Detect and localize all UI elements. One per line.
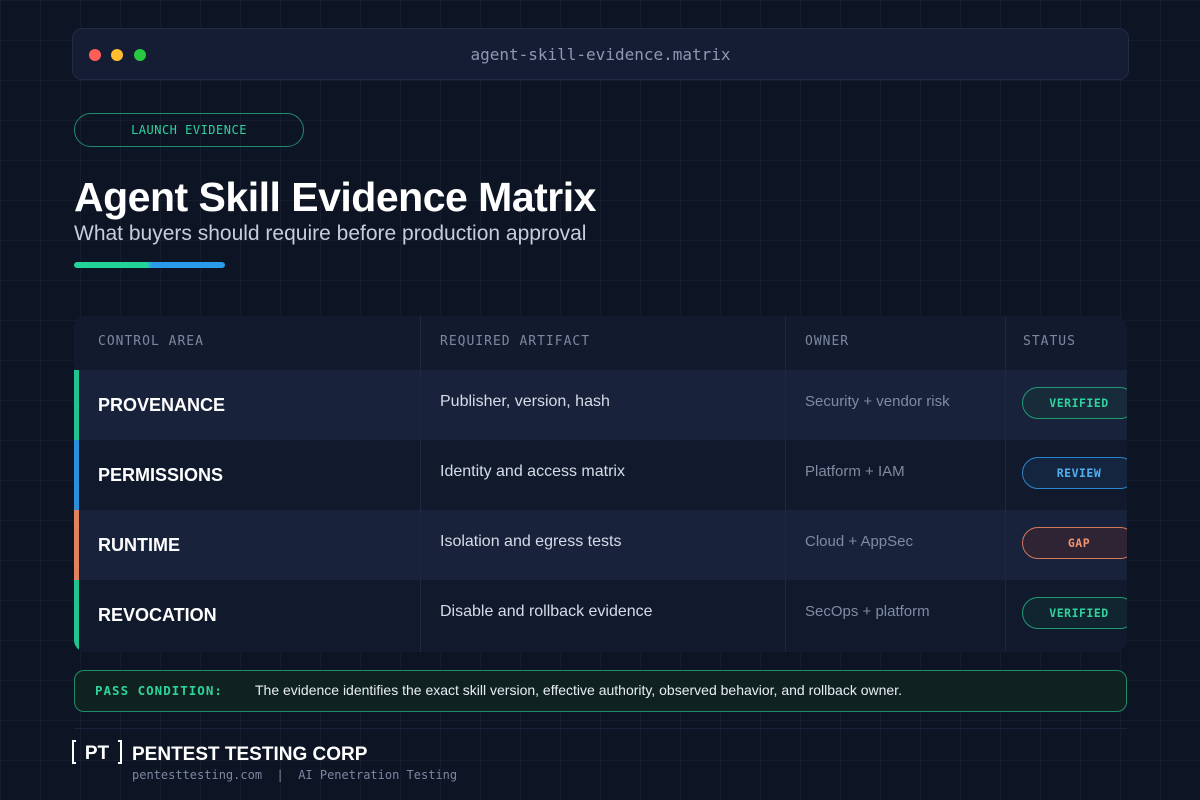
table-row: REVOCATION Disable and rollback evidence…	[74, 580, 1127, 650]
control-area-cell: PROVENANCE	[98, 395, 226, 415]
control-area-cell: REVOCATION	[98, 605, 217, 625]
control-area-cell: PERMISSIONS	[98, 465, 224, 485]
footer-divider	[74, 728, 1127, 729]
owner-cell: SecOps + platform	[805, 603, 930, 620]
table-row: PROVENANCE Publisher, version, hash Secu…	[74, 370, 1127, 440]
required-artifact-cell: Identity and access matrix	[440, 463, 625, 480]
column-header-status: STATUS	[1023, 334, 1076, 349]
title-accent-line	[74, 262, 225, 268]
column-divider	[785, 316, 786, 652]
window-title: agent-skill-evidence.matrix	[470, 45, 731, 64]
status-badge: GAP	[1022, 527, 1127, 559]
column-divider	[420, 316, 421, 652]
row-accent-bar	[74, 370, 79, 440]
control-area-cell: RUNTIME	[98, 535, 180, 555]
column-header-control-area: CONTROL AREA	[98, 334, 204, 349]
pass-condition-box: PASS CONDITION: The evidence identifies …	[74, 670, 1127, 712]
evidence-matrix-table: CONTROL AREA REQUIRED ARTIFACT OWNER STA…	[74, 316, 1127, 652]
footer-tagline: AI Penetration Testing	[298, 768, 458, 782]
launch-evidence-tag: LAUNCH EVIDENCE	[74, 113, 304, 147]
table-row: RUNTIME Isolation and egress tests Cloud…	[74, 510, 1127, 580]
owner-cell: Cloud + AppSec	[805, 533, 913, 550]
required-artifact-cell: Isolation and egress tests	[440, 533, 622, 550]
footer-url: pentesttesting.com	[132, 768, 263, 782]
row-accent-bar	[74, 580, 79, 650]
window-titlebar: agent-skill-evidence.matrix	[72, 28, 1129, 80]
status-badge: VERIFIED	[1022, 597, 1127, 629]
page-subtitle: What buyers should require before produc…	[74, 222, 587, 245]
column-divider	[1005, 316, 1006, 652]
status-badge: VERIFIED	[1022, 387, 1127, 419]
table-row: PERMISSIONS Identity and access matrix P…	[74, 440, 1127, 510]
column-header-owner: OWNER	[805, 334, 850, 349]
pentest-logo-icon: PT	[72, 740, 122, 764]
pass-condition-text: The evidence identifies the exact skill …	[255, 682, 902, 698]
required-artifact-cell: Disable and rollback evidence	[440, 603, 653, 620]
brand-name: PENTEST TESTING CORP	[132, 744, 368, 765]
footer-separator: |	[276, 768, 284, 782]
column-header-required-artifact: REQUIRED ARTIFACT	[440, 334, 591, 349]
status-badge: REVIEW	[1022, 457, 1127, 489]
required-artifact-cell: Publisher, version, hash	[440, 393, 610, 410]
row-accent-bar	[74, 510, 79, 580]
owner-cell: Platform + IAM	[805, 463, 905, 480]
owner-cell: Security + vendor risk	[805, 393, 950, 410]
pass-condition-label: PASS CONDITION:	[95, 683, 223, 698]
logo-text: PT	[85, 743, 110, 764]
row-accent-bar	[74, 440, 79, 510]
page-title: Agent Skill Evidence Matrix	[74, 174, 596, 220]
footer-tagline-line: pentesttesting.com | AI Penetration Test…	[132, 768, 457, 782]
